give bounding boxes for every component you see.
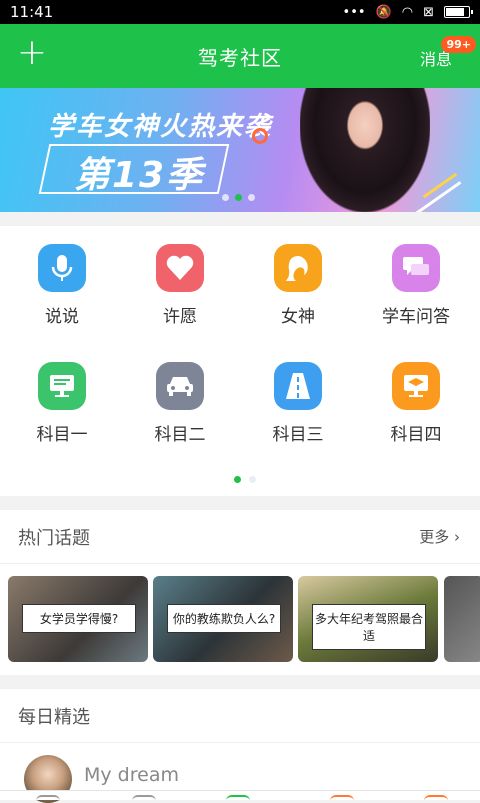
- topic-label: 女学员学得慢?: [22, 604, 136, 633]
- grid-item-label: 女神: [281, 307, 315, 327]
- grid-item-wish[interactable]: 许愿: [120, 244, 240, 327]
- topic-card[interactable]: 女学员学得慢?: [8, 576, 148, 662]
- status-bar: 11:41 ••• 🔕 ◠ ⊠: [0, 0, 480, 24]
- grid-item-subject-1[interactable]: 科目一: [2, 362, 122, 445]
- grid-item-subject-4[interactable]: 科目四: [356, 362, 476, 445]
- status-icons: ••• 🔕 ◠ ⊠: [342, 4, 473, 20]
- topic-card[interactable]: 你的教练欺负人么?: [153, 576, 293, 662]
- chat-bubbles-icon: [392, 244, 440, 292]
- topic-card[interactable]: 多大年纪考驾照最合适: [298, 576, 438, 662]
- hot-topics-header: 热门话题 更多 ›: [0, 510, 480, 564]
- messages-badge: 99+: [441, 36, 476, 53]
- banner-season: 第13季: [74, 155, 205, 196]
- topic-label: 你的教练欺负人么?: [167, 604, 281, 633]
- grid-item-shuoshuo[interactable]: 说说: [2, 244, 122, 327]
- tab-discover-icon[interactable]: [132, 795, 156, 801]
- tab-messages-icon[interactable]: [330, 795, 354, 801]
- banner-photo: [300, 88, 430, 212]
- tab-home-icon[interactable]: [36, 795, 60, 801]
- post-author: My dream: [84, 764, 179, 786]
- goddess-icon: [274, 244, 322, 292]
- graduation-screen-icon: [392, 362, 440, 410]
- banner-pager: [222, 194, 255, 201]
- feature-grid: 说说 许愿 女神 学车问答 科目一 科目二 科目三 科目四: [0, 226, 480, 496]
- daily-picks-section: 每日精选 My dream: [0, 689, 480, 803]
- page-title: 驾考社区: [198, 45, 282, 70]
- grid-item-goddess[interactable]: 女神: [238, 244, 358, 327]
- tab-community-icon[interactable]: [226, 795, 250, 801]
- grid-item-label: 科目二: [154, 425, 206, 445]
- pager-dot: [222, 194, 229, 201]
- pager-dot: [248, 194, 255, 201]
- battery-icon: [444, 6, 473, 18]
- app-bar: + 驾考社区 消息 99+: [0, 24, 480, 88]
- add-post-button[interactable]: +: [16, 35, 48, 71]
- more-link[interactable]: 更多 ›: [419, 526, 460, 547]
- topic-carousel[interactable]: 女学员学得慢? 你的教练欺负人么? 多大年纪考驾照最合适: [0, 576, 480, 662]
- grid-item-label: 科目一: [36, 425, 88, 445]
- pager-dot: [249, 476, 256, 483]
- topic-card[interactable]: [444, 576, 480, 662]
- chevron-right-icon: ›: [454, 528, 460, 546]
- car-icon: [156, 362, 204, 410]
- tab-profile-icon[interactable]: [424, 795, 448, 801]
- bottom-tab-bar: [0, 790, 480, 800]
- section-title: 每日精选: [18, 706, 90, 728]
- grid-item-subject-3[interactable]: 科目三: [238, 362, 358, 445]
- silent-icon: 🔕: [375, 4, 392, 20]
- ring-decoration: [252, 128, 268, 144]
- grid-item-label: 科目四: [390, 425, 442, 445]
- grid-pager: [234, 476, 256, 483]
- microphone-icon: [38, 244, 86, 292]
- grid-item-qa[interactable]: 学车问答: [356, 244, 476, 327]
- pager-dot-active: [234, 476, 241, 483]
- road-icon: [274, 362, 322, 410]
- pager-dot-active: [235, 194, 242, 201]
- grid-item-label: 说说: [45, 307, 79, 327]
- grid-item-label: 学车问答: [382, 307, 450, 327]
- grid-item-subject-2[interactable]: 科目二: [120, 362, 240, 445]
- more-icon: •••: [342, 4, 366, 20]
- more-label: 更多: [419, 528, 450, 546]
- promo-banner[interactable]: 学车女神火热来袭 第13季: [0, 88, 480, 212]
- wifi-icon: ◠: [401, 4, 414, 20]
- sim-icon: ⊠: [423, 4, 434, 20]
- topic-label: 多大年纪考驾照最合适: [312, 604, 426, 650]
- monitor-icon: [38, 362, 86, 410]
- banner-headline: 学车女神火热来袭: [48, 112, 273, 142]
- heart-icon: [156, 244, 204, 292]
- section-title: 热门话题: [18, 527, 90, 549]
- grid-item-label: 许愿: [163, 307, 197, 327]
- status-time: 11:41: [10, 3, 54, 21]
- daily-picks-header: 每日精选: [0, 689, 480, 743]
- grid-item-label: 科目三: [272, 425, 324, 445]
- hot-topics-section: 热门话题 更多 › 女学员学得慢? 你的教练欺负人么? 多大年纪考驾照最合适: [0, 510, 480, 675]
